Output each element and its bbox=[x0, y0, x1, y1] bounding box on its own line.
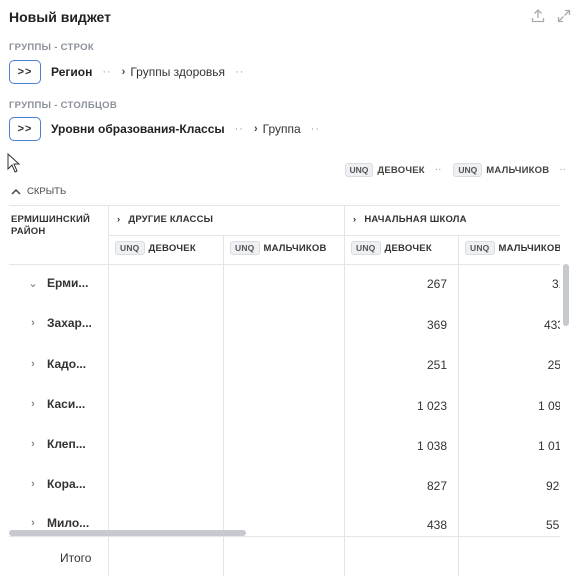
chevron-right-icon: › bbox=[121, 66, 126, 78]
collapse-button[interactable]: СКРЫТЬ bbox=[11, 186, 66, 197]
rows-group-row: >> Регион ·· › Группы здоровья ·· bbox=[9, 60, 254, 84]
cell-value: 25 bbox=[547, 358, 560, 372]
row-label: Ерми... bbox=[47, 276, 89, 290]
expand-icon[interactable] bbox=[556, 8, 572, 24]
mouse-cursor-icon bbox=[7, 152, 21, 178]
chevron-right-icon[interactable]: › bbox=[23, 438, 43, 450]
rows-group-name[interactable]: Регион bbox=[51, 65, 92, 79]
measures-bar: UNQ ДЕВОЧЕК ·· UNQ МАЛЬЧИКОВ ·· bbox=[344, 160, 572, 178]
cols-subgroup-name[interactable]: Группа bbox=[263, 122, 301, 136]
measure-girls[interactable]: UNQ ДЕВОЧЕК bbox=[344, 160, 425, 178]
sub-header: UNQ МАЛЬЧИКОВ bbox=[465, 241, 560, 255]
cols-section-label: ГРУППЫ - СТОЛБЦОВ bbox=[9, 100, 118, 111]
measure-boys-label: МАЛЬЧИКОВ bbox=[486, 165, 550, 176]
col-group-label: ДРУГИЕ КЛАССЫ bbox=[128, 214, 214, 225]
sub-header: UNQ ДЕВОЧЕК bbox=[115, 241, 196, 255]
sub-header: UNQ ДЕВОЧЕК bbox=[351, 241, 432, 255]
sub-header-label: ДЕВОЧЕК bbox=[148, 243, 196, 254]
uniq-badge: UNQ bbox=[465, 241, 495, 255]
cell-value: 920 bbox=[545, 479, 560, 493]
chevron-right-icon: › bbox=[117, 214, 121, 225]
row-label: Кадо... bbox=[47, 357, 87, 371]
measure-boys[interactable]: UNQ МАЛЬЧИКОВ bbox=[453, 160, 549, 178]
chevron-down-icon[interactable]: ⌄ bbox=[23, 277, 43, 290]
cell-value: 438 bbox=[426, 518, 447, 532]
table-row[interactable]: ⌄ Ерми... bbox=[23, 276, 88, 290]
uniq-badge: UNQ bbox=[344, 163, 374, 177]
sub-header-label: МАЛЬЧИКОВ bbox=[263, 243, 327, 254]
total-label: Итого bbox=[60, 551, 92, 565]
sub-header: UNQ МАЛЬЧИКОВ bbox=[230, 241, 327, 255]
cols-group-name[interactable]: Уровни образования-Классы bbox=[51, 122, 225, 136]
uniq-badge: UNQ bbox=[115, 241, 145, 255]
measure-boys-menu[interactable]: ·· bbox=[559, 164, 566, 175]
cell-value: 433 bbox=[543, 318, 560, 332]
row-label: Мило... bbox=[47, 516, 90, 530]
row-label: Кора... bbox=[47, 477, 86, 491]
chevron-right-icon[interactable]: › bbox=[23, 398, 43, 410]
row-label: Каси... bbox=[47, 397, 86, 411]
cell-value: 827 bbox=[426, 479, 447, 493]
upload-icon[interactable] bbox=[530, 8, 546, 24]
table-row[interactable]: › Кора... bbox=[23, 477, 86, 491]
rows-group-menu[interactable]: ·· bbox=[102, 66, 111, 78]
cell-value: 316 bbox=[551, 277, 560, 291]
sub-header-label: МАЛЬЧИКОВ bbox=[498, 243, 561, 254]
table-row[interactable]: › Каси... bbox=[23, 397, 85, 411]
sub-header-label: ДЕВОЧЕК bbox=[384, 243, 432, 254]
cell-value: 267 bbox=[426, 277, 447, 291]
cell-value: 558 bbox=[545, 518, 560, 532]
rows-expand-button[interactable]: >> bbox=[9, 60, 41, 84]
col-group-primary-school[interactable]: › НАЧАЛЬНАЯ ШКОЛА bbox=[353, 214, 467, 225]
table-row[interactable]: › Кадо... bbox=[23, 357, 86, 371]
chevron-right-icon[interactable]: › bbox=[23, 358, 43, 370]
cell-value: 1 094 bbox=[537, 399, 560, 413]
row-label: Клеп... bbox=[47, 437, 86, 451]
row-label: Захар... bbox=[47, 316, 92, 330]
cell-value: 251 bbox=[426, 358, 447, 372]
chevron-up-icon bbox=[11, 188, 21, 195]
chevron-right-icon[interactable]: › bbox=[23, 478, 43, 490]
col-group-other-classes[interactable]: › ДРУГИЕ КЛАССЫ bbox=[117, 214, 213, 225]
measure-girls-menu[interactable]: ·· bbox=[435, 164, 442, 175]
uniq-badge: UNQ bbox=[351, 241, 381, 255]
chevron-right-icon[interactable]: › bbox=[23, 517, 43, 529]
rows-subgroup-name[interactable]: Группы здоровья bbox=[130, 65, 225, 79]
chevron-right-icon: › bbox=[253, 123, 258, 135]
collapse-label: СКРЫТЬ bbox=[27, 186, 67, 197]
pivot-table: ЕРМИШИНСКИЙ РАЙОН › ДРУГИЕ КЛАССЫ › НАЧАЛЬ… bbox=[9, 205, 560, 576]
cell-value: 1 016 bbox=[537, 439, 560, 453]
chevron-right-icon[interactable]: › bbox=[23, 317, 43, 329]
cols-expand-button[interactable]: >> bbox=[9, 117, 41, 141]
measure-girls-label: ДЕВОЧЕК bbox=[377, 165, 425, 176]
table-row[interactable]: › Мило... bbox=[23, 516, 89, 530]
uniq-badge: UNQ bbox=[230, 241, 260, 255]
rows-section-label: ГРУППЫ - СТРОК bbox=[9, 42, 94, 53]
vertical-scrollbar[interactable] bbox=[563, 264, 569, 326]
uniq-badge: UNQ bbox=[453, 163, 483, 177]
cell-value: 1 023 bbox=[416, 399, 447, 413]
horizontal-scrollbar[interactable] bbox=[9, 530, 246, 536]
cell-value: 369 bbox=[426, 318, 447, 332]
cols-subgroup-menu[interactable]: ·· bbox=[311, 123, 320, 135]
chevron-right-icon: › bbox=[353, 214, 357, 225]
cols-group-row: >> Уровни образования-Классы ·· › Группа… bbox=[9, 117, 330, 141]
rows-subgroup-menu[interactable]: ·· bbox=[235, 66, 244, 78]
cols-group-menu[interactable]: ·· bbox=[235, 123, 244, 135]
col-group-label: НАЧАЛЬНАЯ ШКОЛА bbox=[364, 214, 467, 225]
widget-title: Новый виджет bbox=[9, 9, 112, 25]
table-row[interactable]: › Клеп... bbox=[23, 437, 86, 451]
cell-value: 1 038 bbox=[416, 439, 447, 453]
table-row[interactable]: › Захар... bbox=[23, 316, 92, 330]
row-header: ЕРМИШИНСКИЙ РАЙОН bbox=[11, 214, 91, 237]
